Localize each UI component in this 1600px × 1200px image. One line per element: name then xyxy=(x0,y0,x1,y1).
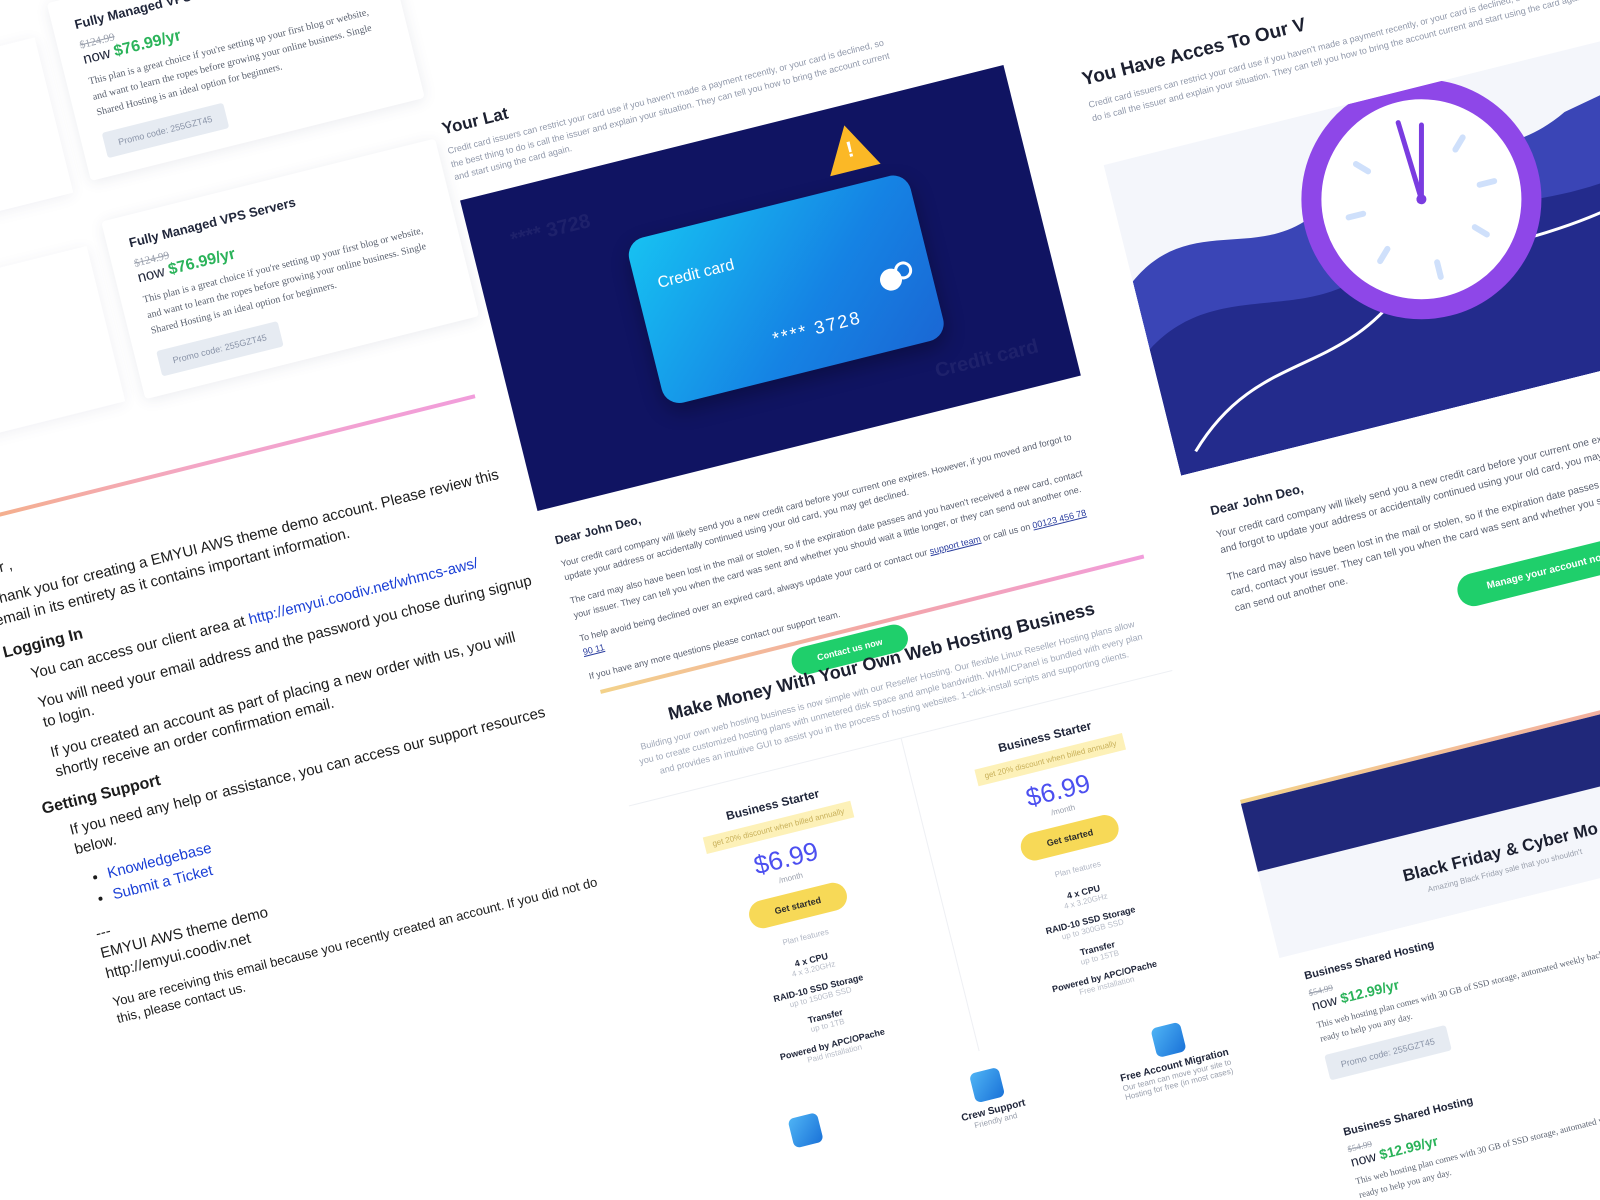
migration-icon xyxy=(1149,1021,1187,1058)
card-number: **** 3728 xyxy=(770,306,864,349)
ghost-card xyxy=(0,245,126,443)
welcome-email: ear , Thank you for creating a EMYUI AWS… xyxy=(0,432,622,1033)
screens-collage: shouldn't miss out. Get the best Fully M… xyxy=(0,0,1600,1200)
support-team-link[interactable]: support team xyxy=(928,534,981,556)
pricing-card: Fully Managed VPS Servers $124.99 now $7… xyxy=(0,138,480,443)
perk-item: Free Account Migration Our team can move … xyxy=(1106,1011,1238,1103)
fragment-text: shouldn't miss out. Get the best xyxy=(0,0,44,11)
pricing-card: Fully Managed VPS Servers $124.99 now $7… xyxy=(0,0,425,234)
perk-item: Crew Support Friendly and xyxy=(925,1056,1057,1148)
account-access-email-sheet: You Have Acces To Our V Credit card issu… xyxy=(1080,0,1600,677)
server-icon xyxy=(787,1111,825,1149)
black-friday-sheet: Black Friday & Cyber Mo Amazing Black Fr… xyxy=(1240,683,1600,1200)
bg-card-label: Credit card xyxy=(932,334,1041,382)
ghost-card xyxy=(0,37,74,234)
warning-icon: ! xyxy=(818,118,881,176)
credit-card: Credit card **** 3728 xyxy=(624,171,948,407)
perk-item xyxy=(744,1101,876,1193)
bg-card-number: **** 3728 xyxy=(508,209,593,251)
card-label: Credit card xyxy=(655,255,736,292)
support-icon xyxy=(968,1066,1006,1104)
